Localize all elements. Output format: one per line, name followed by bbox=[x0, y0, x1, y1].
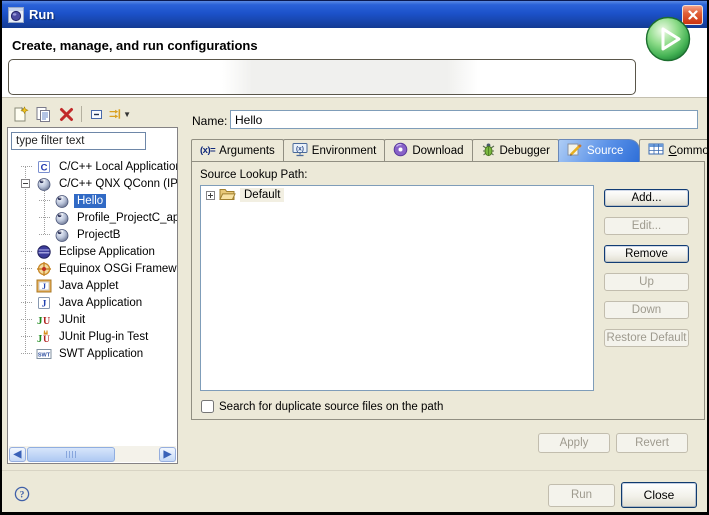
delete-icon[interactable] bbox=[55, 103, 78, 125]
tree-rows: C C/C++ Local Application C/C++ QNX QCon… bbox=[8, 158, 177, 362]
lookup-item-label: Default bbox=[240, 188, 284, 202]
source-lookup-path-label: Source Lookup Path: bbox=[200, 169, 307, 181]
equinox-framework-icon bbox=[36, 261, 52, 277]
svg-text:(x): (x) bbox=[296, 145, 304, 152]
run-button[interactable]: Run bbox=[548, 484, 615, 507]
dialog-header: Create, manage, and run configurations bbox=[2, 28, 707, 98]
java-application-icon: J bbox=[36, 295, 52, 311]
common-icon bbox=[648, 142, 664, 159]
expand-expander-icon[interactable] bbox=[206, 191, 215, 200]
edit-button[interactable]: Edit... bbox=[604, 217, 689, 235]
help-icon[interactable]: ? bbox=[14, 486, 30, 502]
down-button[interactable]: Down bbox=[604, 301, 689, 319]
environment-icon: (x) bbox=[292, 142, 308, 160]
tab-debugger[interactable]: Debugger bbox=[472, 139, 560, 161]
svg-text:U: U bbox=[43, 316, 50, 327]
dialog-footer: ? Run Close bbox=[2, 470, 707, 512]
name-label: Name: bbox=[192, 114, 227, 128]
collapse-all-icon[interactable] bbox=[85, 103, 108, 125]
window-icon bbox=[8, 7, 24, 23]
remove-button[interactable]: Remove bbox=[604, 245, 689, 263]
folder-icon bbox=[219, 187, 236, 204]
new-config-icon[interactable] bbox=[9, 103, 32, 125]
qnx-application-icon bbox=[36, 176, 52, 192]
message-area bbox=[8, 59, 636, 95]
restore-default-button[interactable]: Restore Default bbox=[604, 329, 689, 347]
scrollbar-grip bbox=[66, 451, 77, 458]
tab-download[interactable]: Download bbox=[384, 139, 472, 161]
svg-text:C: C bbox=[41, 162, 48, 173]
duplicate-icon[interactable] bbox=[32, 103, 55, 125]
name-input[interactable] bbox=[230, 110, 698, 129]
arguments-icon: (x)= bbox=[200, 145, 215, 156]
title-bar[interactable]: Run bbox=[2, 0, 707, 28]
swt-application-icon: SWT bbox=[36, 346, 52, 362]
tree-item-cpp-local[interactable]: C C/C++ Local Application bbox=[8, 158, 177, 175]
tab-environment[interactable]: (x) Environment bbox=[283, 139, 386, 161]
source-lookup-list[interactable]: Default bbox=[200, 185, 594, 391]
revert-button[interactable]: Revert bbox=[616, 433, 688, 453]
debugger-icon bbox=[481, 142, 496, 160]
qnx-application-icon bbox=[54, 210, 70, 226]
eclipse-application-icon bbox=[36, 244, 52, 260]
window-title: Run bbox=[29, 7, 54, 22]
tab-source[interactable]: Source bbox=[558, 139, 640, 162]
tab-common[interactable]: Common bbox=[639, 139, 709, 161]
apply-button[interactable]: Apply bbox=[538, 433, 610, 453]
scroll-right-icon[interactable]: ▶ bbox=[159, 447, 176, 462]
tab-arguments[interactable]: (x)= Arguments bbox=[191, 139, 284, 161]
chevron-down-icon: ▼ bbox=[123, 110, 131, 119]
tree-horizontal-scrollbar[interactable]: ◀ ▶ bbox=[9, 446, 176, 462]
header-title: Create, manage, and run configurations bbox=[12, 38, 258, 53]
collapse-expander-icon[interactable] bbox=[21, 179, 30, 188]
scrollbar-thumb[interactable] bbox=[27, 447, 115, 462]
svg-text:?: ? bbox=[20, 490, 25, 500]
junit-icon: JU bbox=[36, 312, 52, 328]
scroll-left-icon[interactable]: ◀ bbox=[9, 447, 26, 462]
tree-item-swt-application[interactable]: SWT SWT Application bbox=[8, 345, 177, 362]
tree-item-junit[interactable]: JU JUnit bbox=[8, 311, 177, 328]
junit-plugin-icon: JU bbox=[36, 329, 52, 345]
run-dialog: Run Create, manage, and run configuratio… bbox=[0, 0, 709, 515]
tab-strip: (x)= Arguments (x) Environment Download … bbox=[191, 140, 705, 162]
close-button[interactable]: Close bbox=[621, 482, 697, 508]
qnx-application-icon bbox=[54, 227, 70, 243]
tree-item-projectb[interactable]: ProjectB bbox=[8, 226, 177, 243]
tree-item-profile-projectc[interactable]: Profile_ProjectC_app bbox=[8, 209, 177, 226]
svg-text:J: J bbox=[42, 282, 46, 291]
svg-text:U: U bbox=[43, 335, 50, 345]
c-application-icon: C bbox=[36, 159, 52, 175]
tree-item-junit-plugin-test[interactable]: JU JUnit Plug-in Test bbox=[8, 328, 177, 345]
add-button[interactable]: Add... bbox=[604, 189, 689, 207]
tree-item-equinox-osgi[interactable]: Equinox OSGi Framework bbox=[8, 260, 177, 277]
search-duplicates-checkbox[interactable] bbox=[201, 400, 214, 413]
svg-text:J: J bbox=[37, 334, 42, 345]
configurations-toolbar: ▼ bbox=[9, 102, 131, 126]
banner-gradient bbox=[222, 60, 479, 94]
green-play-icon[interactable] bbox=[644, 15, 692, 63]
search-duplicates-label: Search for duplicate source files on the… bbox=[219, 401, 443, 413]
tree-item-hello[interactable]: Hello bbox=[8, 192, 177, 209]
source-icon bbox=[567, 142, 583, 160]
download-icon bbox=[393, 142, 408, 160]
tree-item-qnx-qconn[interactable]: C/C++ QNX QConn (IP) bbox=[8, 175, 177, 192]
lookup-item-default[interactable]: Default bbox=[201, 186, 593, 204]
source-tab-content: Source Lookup Path: Default Add... Edit.… bbox=[191, 162, 705, 420]
filter-icon[interactable]: ▼ bbox=[108, 103, 131, 125]
qnx-application-icon bbox=[54, 193, 70, 209]
up-button[interactable]: Up bbox=[604, 273, 689, 291]
tree-item-eclipse-application[interactable]: Eclipse Application bbox=[8, 243, 177, 260]
tree-item-java-application[interactable]: J Java Application bbox=[8, 294, 177, 311]
scrollbar-track[interactable] bbox=[26, 447, 159, 462]
tree-item-java-applet[interactable]: J Java Applet bbox=[8, 277, 177, 294]
java-applet-icon: J bbox=[36, 278, 52, 294]
svg-text:J: J bbox=[42, 299, 47, 309]
toolbar-separator bbox=[81, 106, 82, 122]
svg-text:SWT: SWT bbox=[38, 352, 51, 358]
configurations-tree: C C/C++ Local Application C/C++ QNX QCon… bbox=[7, 127, 178, 464]
filter-input[interactable] bbox=[11, 132, 146, 150]
